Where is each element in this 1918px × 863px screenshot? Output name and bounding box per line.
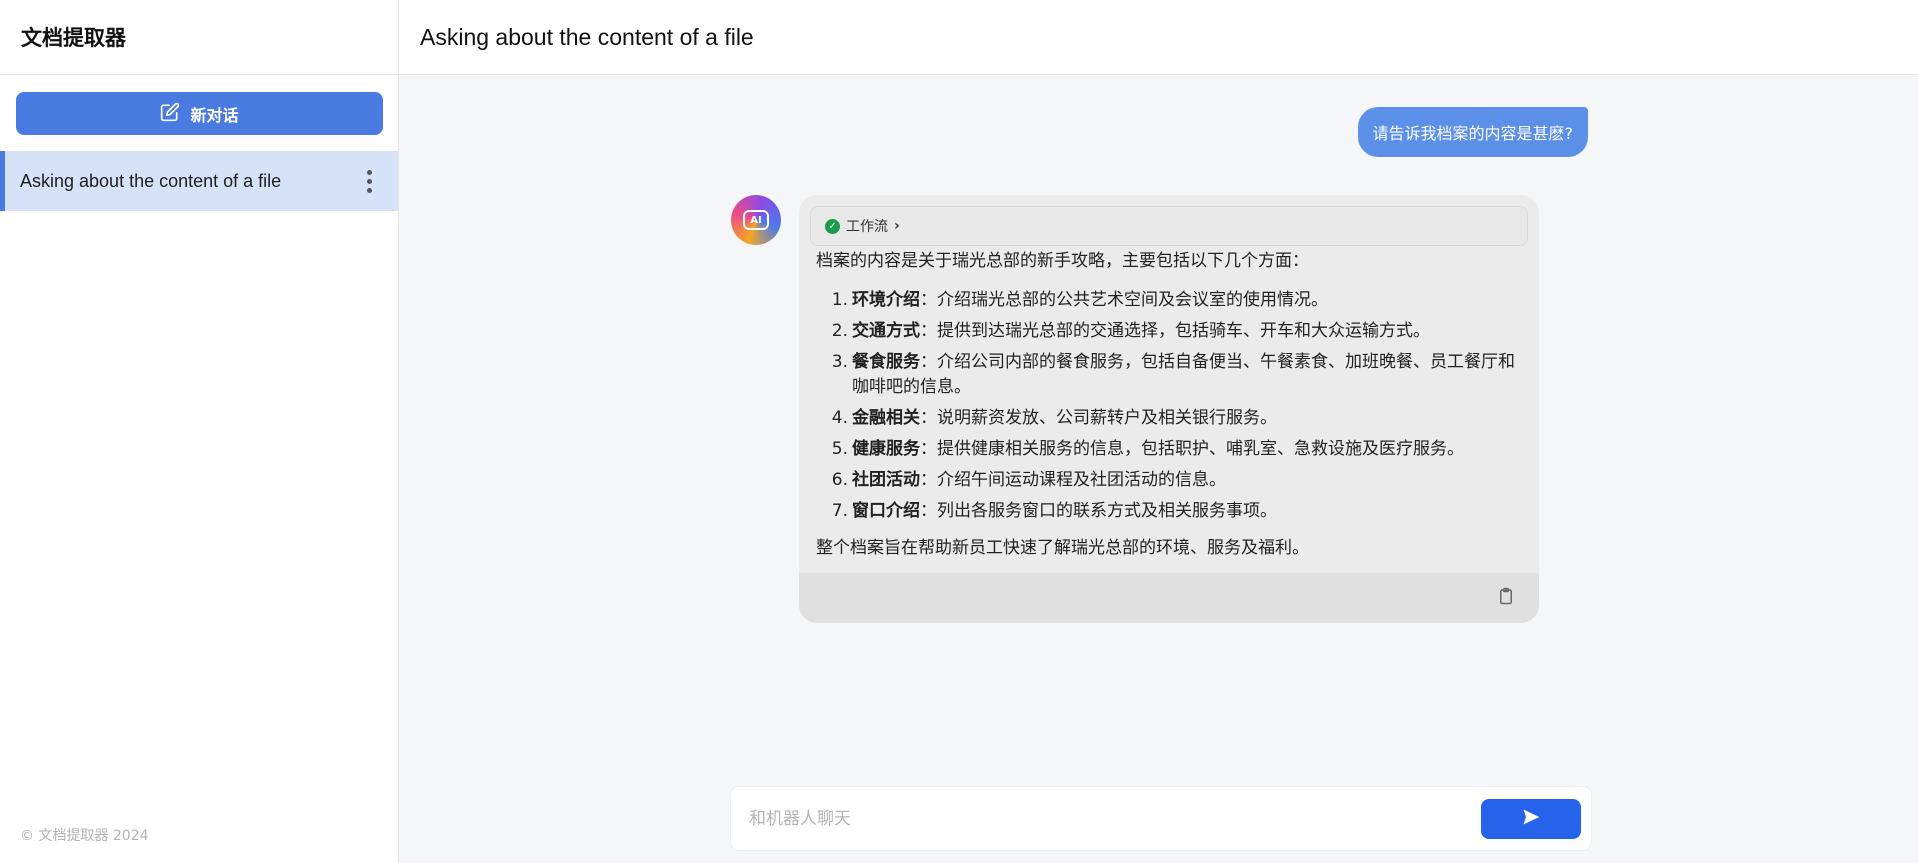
bot-list: 1. 环境介绍：介绍瑞光总部的公共艺术空间及会议室的使用情况。 2. 交通方式：… [816, 288, 1522, 524]
edit-icon [160, 102, 180, 126]
list-item: 4. 金融相关：说明薪资发放、公司薪转户及相关银行服务。 [831, 408, 1277, 428]
new-chat-label: 新对话 [190, 105, 239, 125]
list-item: 5. 健康服务：提供健康相关服务的信息，包括职护、哺乳室、急救设施及医疗服务。 [831, 439, 1464, 459]
conversation-title: Asking about the content of a file [20, 170, 282, 191]
main-header: Asking about the content of a file [399, 0, 1918, 75]
new-chat-button[interactable]: 新对话 [16, 92, 383, 135]
main-panel: Asking about the content of a file 请告诉我档… [399, 0, 1918, 863]
app-root: 文档提取器 新对话 Asking about the content of a … [0, 0, 1918, 863]
workflow-toggle[interactable]: ✓ 工作流 › [810, 206, 1528, 246]
list-item: 6. 社团活动：介绍午间运动课程及社团活动的信息。 [831, 470, 1226, 490]
clipboard-icon[interactable] [1497, 587, 1515, 609]
workflow-label: 工作流 [846, 219, 888, 235]
chat-input[interactable] [749, 808, 1481, 829]
send-icon [1521, 807, 1541, 830]
ai-bot-icon: AI [731, 195, 781, 245]
list-item: 3. 餐食服务：介绍公司内部的餐食服务，包括自备便当、午餐素食、加班晚餐、员工餐… [831, 352, 1515, 397]
chevron-right-icon: › [894, 218, 900, 234]
kebab-icon[interactable] [363, 166, 376, 197]
bot-intro: 档案的内容是关于瑞光总部的新手攻略，主要包括以下几个方面： [816, 251, 1309, 271]
send-button[interactable] [1481, 798, 1581, 839]
conversation-item[interactable]: Asking about the content of a file [0, 151, 398, 211]
list-item: 2. 交通方式：提供到达瑞光总部的交通选择，包括骑车、开车和大众运输方式。 [831, 321, 1430, 341]
list-item: 1. 环境介绍：介绍瑞光总部的公共艺术空间及会议室的使用情况。 [831, 290, 1328, 310]
list-item: 7. 窗口介绍：列出各服务窗口的联系方式及相关服务事项。 [831, 501, 1277, 521]
sidebar-footer: © 文档提取器 2024 [20, 828, 149, 844]
chat-input-bar [731, 787, 1591, 850]
user-message: 请告诉我档案的内容是甚麽? [1357, 107, 1588, 157]
sidebar: 文档提取器 新对话 Asking about the content of a … [0, 0, 399, 863]
sidebar-header: 文档提取器 [0, 0, 398, 75]
check-circle-icon: ✓ [825, 218, 840, 234]
bot-message-footer [799, 573, 1539, 623]
bot-message: ✓ 工作流 › 档案的内容是关于瑞光总部的新手攻略，主要包括以下几个方面： 1.… [799, 195, 1539, 623]
bot-summary: 整个档案旨在帮助新员工快速了解瑞光总部的环境、服务及福利。 [816, 538, 1309, 558]
app-title: 文档提取器 [21, 26, 126, 50]
page-title: Asking about the content of a file [420, 23, 754, 50]
